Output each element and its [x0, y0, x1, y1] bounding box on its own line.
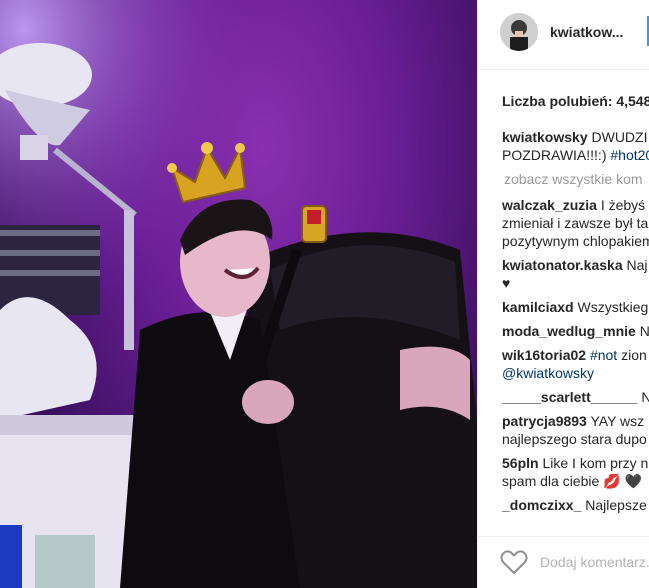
avatar-icon — [500, 13, 538, 51]
likes-count[interactable]: Liczba polubień: 4,548 — [502, 93, 649, 109]
comment-text: zion — [617, 347, 647, 363]
comment-text: POZDRAWIA!!!:) — [502, 147, 611, 163]
comment-text: najlepszego stara dupo — [502, 431, 647, 447]
comment-text: Like I kom przy n — [542, 455, 649, 471]
mention-link[interactable]: @kwiatkowsky — [502, 364, 649, 382]
comment-text: Naj — [626, 257, 648, 273]
profile-avatar[interactable] — [500, 13, 538, 51]
comment-text: zmieniał i zawsze był ta — [502, 215, 649, 231]
comment-text: YAY wsz — [590, 413, 645, 429]
comment-item: _____scarlett______ N — [502, 388, 649, 406]
hashtag-link[interactable]: #not — [590, 347, 617, 363]
post-header: kwiatkow... — [478, 0, 649, 70]
comment-text: spam dla ciebie 💋 🖤 — [502, 473, 642, 489]
comment-username[interactable]: moda_wedlug_mnie — [502, 323, 636, 339]
comment-text: N — [641, 389, 649, 405]
comment-username[interactable]: kwiatkowsky — [502, 129, 588, 145]
comment-username[interactable]: _____scarlett______ — [502, 389, 637, 405]
comments-list: kwiatkowsky DWUDZI POZDRAWIA!!!:) #hot20… — [502, 128, 649, 520]
caption-comment: kwiatkowsky DWUDZI POZDRAWIA!!!:) #hot20 — [502, 128, 649, 164]
comment-item: kwiatonator.kaska Naj ♥ — [502, 256, 649, 292]
photo-scene — [0, 0, 477, 588]
comment-username[interactable]: 56pln — [502, 455, 539, 471]
hashtag-link[interactable]: #hot20 — [610, 147, 649, 163]
comment-username[interactable]: walczak_zuzia — [502, 197, 597, 213]
comment-item: _domczixx_ Najlepsze — [502, 496, 649, 514]
comment-item: wik16toria02 #not zion @kwiatkowsky — [502, 346, 649, 382]
comment-item: moda_wedlug_mnie N — [502, 322, 649, 340]
post-sidebar: kwiatkow... Liczba polubień: 4,548 kwiat… — [477, 0, 649, 588]
comment-item: kamilciaxd Wszystkieg — [502, 298, 649, 316]
comment-text: Najlepsze — [585, 497, 647, 513]
comment-bar: Dodaj komentarz... — [478, 536, 649, 588]
comment-username[interactable]: _domczixx_ — [502, 497, 581, 513]
post-username[interactable]: kwiatkow... — [550, 24, 623, 40]
comment-item: 56pln Like I kom przy n spam dla ciebie … — [502, 454, 649, 490]
comment-username[interactable]: wik16toria02 — [502, 347, 586, 363]
comment-text: Wszystkieg — [577, 299, 649, 315]
comment-text: N — [639, 323, 649, 339]
post-photo — [0, 0, 477, 588]
comment-item: walczak_zuzia I żebyś zmieniał i zawsze … — [502, 196, 649, 250]
comment-item: patrycja9893 YAY wsz najlepszego stara d… — [502, 412, 649, 448]
comment-username[interactable]: kamilciaxd — [502, 299, 574, 315]
comment-text: pozytywnym chlopakiem — [502, 233, 649, 249]
comment-text: DWUDZI — [591, 129, 648, 145]
comment-username[interactable]: kwiatonator.kaska — [502, 257, 623, 273]
view-all-comments-link[interactable]: zobacz wszystkie kom — [504, 170, 649, 188]
heart-outline-icon[interactable] — [500, 549, 528, 575]
add-comment-input[interactable]: Dodaj komentarz... — [540, 554, 649, 570]
comment-text: I żebyś — [600, 197, 646, 213]
comment-username[interactable]: patrycja9893 — [502, 413, 587, 429]
comment-text: ♥ — [502, 275, 511, 291]
